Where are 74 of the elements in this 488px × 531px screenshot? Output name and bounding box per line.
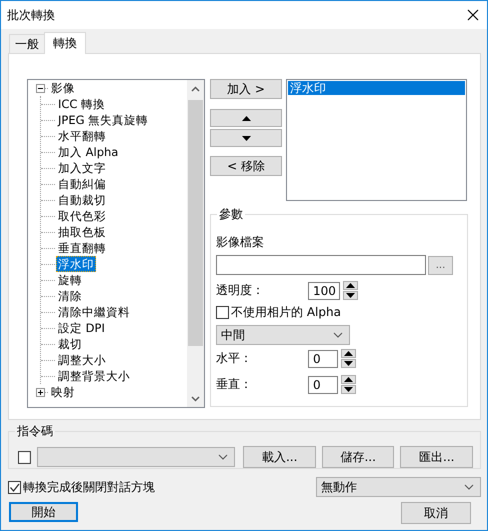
group-label: 指令碼 <box>15 423 55 440</box>
tree-item[interactable]: 清除 <box>56 288 84 304</box>
group-label: 參數 <box>217 206 245 223</box>
window-title: 批次轉換 <box>7 6 55 24</box>
spin-up-button[interactable] <box>341 349 356 358</box>
opacity-field[interactable]: 100 <box>308 282 340 300</box>
close-icon[interactable] <box>467 9 479 21</box>
tree-item[interactable]: 映射 <box>49 384 77 400</box>
tree-item[interactable]: 垂直翻轉 <box>56 240 108 256</box>
triangle-up-icon <box>346 283 355 288</box>
tree-item[interactable]: 取代色彩 <box>56 208 108 224</box>
triangle-down-icon <box>344 387 353 392</box>
tree-item[interactable]: 影像 <box>49 80 77 96</box>
expand-icon[interactable] <box>36 388 45 396</box>
tree-item[interactable]: 水平翻轉 <box>56 128 108 144</box>
checkbox-label: 轉換完成後關閉對話方塊 <box>23 478 155 496</box>
triangle-up-icon <box>344 351 353 356</box>
remove-button[interactable]: < 移除 <box>210 156 282 176</box>
triangle-down-icon <box>344 361 353 366</box>
tree-item[interactable]: 調整大小 <box>56 352 108 368</box>
chevron-icon <box>333 332 343 338</box>
triangle-up-icon <box>242 116 250 120</box>
tree-item[interactable]: JPEG 無失真旋轉 <box>56 112 150 128</box>
tree-item[interactable]: 自動裁切 <box>56 192 108 208</box>
collapse-icon[interactable] <box>36 84 45 92</box>
tree-item[interactable]: 抽取色板 <box>56 224 108 240</box>
list-item[interactable]: 浮水印 <box>288 81 465 95</box>
field-label: 透明度： <box>216 282 265 299</box>
browse-button[interactable]: ... <box>428 256 453 274</box>
triangle-down-icon <box>346 293 355 298</box>
spin-up-button[interactable] <box>343 281 358 290</box>
cancel-button[interactable]: 取消 <box>401 502 471 524</box>
scrollbar-thumb[interactable] <box>188 100 203 346</box>
horizontal-field[interactable]: 0 <box>308 350 338 368</box>
checkbox-label: 不使用相片的 Alpha <box>231 304 341 321</box>
tree-item[interactable]: 加入 Alpha <box>56 144 120 160</box>
add-button[interactable]: 加入 > <box>210 79 282 99</box>
field-label: 影像檔案 <box>216 235 264 249</box>
save-button[interactable]: 儲存... <box>322 446 394 468</box>
tree-item[interactable]: 旋轉 <box>56 272 84 288</box>
tree-view[interactable]: 影像 ICC 轉換 JPEG 無失真旋轉 水平翻轉 加入 Alpha 加入文字 自動糾偏 自動裁切 取代色彩 抽取色板 垂直翻轉 浮水印 旋轉 清除 清除中繼資料 設定 DPI 裁切 調整大小 調整背景大小 映射 <box>27 79 205 408</box>
tree-item[interactable]: 自動糾偏 <box>56 176 108 192</box>
triangle-up-icon <box>344 377 353 382</box>
tree-item[interactable]: ICC 轉換 <box>56 96 108 112</box>
spin-down-button[interactable] <box>343 291 358 300</box>
tree-item[interactable]: 裁切 <box>56 336 84 352</box>
tab[interactable]: 一般 <box>9 34 45 53</box>
spin-down-button[interactable] <box>341 359 356 368</box>
spin-down-button[interactable] <box>341 385 356 394</box>
scroll-up-icon[interactable] <box>191 86 200 92</box>
scrollbar[interactable] <box>187 80 204 407</box>
spin-up-button[interactable] <box>341 375 356 384</box>
export-button[interactable]: 匯出... <box>400 446 473 468</box>
scroll-down-icon[interactable] <box>191 396 200 402</box>
file-path-field[interactable] <box>216 255 426 275</box>
tree-item[interactable]: 清除中繼資料 <box>56 304 132 320</box>
field-label: 水平： <box>216 350 253 367</box>
tree-item[interactable]: 設定 DPI <box>56 320 107 336</box>
triangle-down-icon <box>242 136 250 140</box>
chevron-icon <box>218 454 228 460</box>
tab[interactable]: 轉換 <box>44 32 86 54</box>
tree-item[interactable]: 浮水印 <box>56 256 96 272</box>
checkbox[interactable] <box>216 306 229 319</box>
load-button[interactable]: 載入... <box>243 446 316 468</box>
chevron-icon <box>464 484 474 490</box>
checkbox[interactable] <box>18 450 31 464</box>
tree-item[interactable]: 調整背景大小 <box>56 368 132 384</box>
tree-item[interactable]: 加入文字 <box>56 160 108 176</box>
start-button[interactable]: 開始 <box>9 502 78 522</box>
vertical-field[interactable]: 0 <box>308 376 338 394</box>
position-dropdown[interactable]: 中間 <box>216 325 350 345</box>
checkbox[interactable] <box>8 480 21 494</box>
after-action-dropdown[interactable]: 無動作 <box>316 477 481 497</box>
field-label: 垂直： <box>216 376 253 393</box>
